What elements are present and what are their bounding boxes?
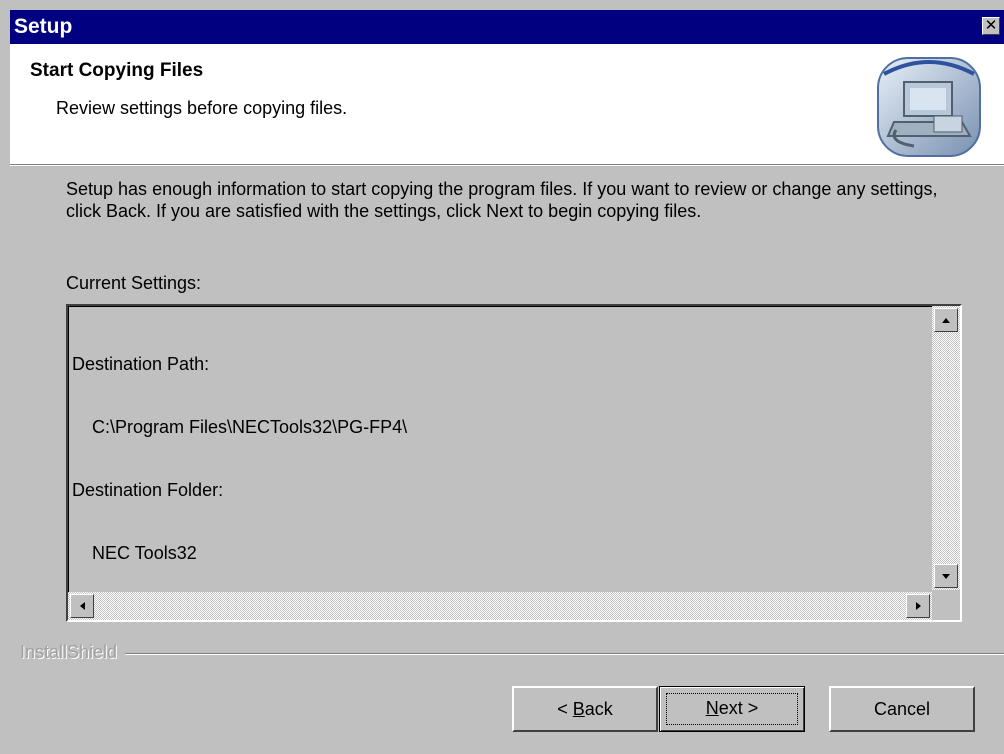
arrow-left-icon [80,602,85,610]
back-button-accesskey: B [572,699,585,719]
scroll-up-button[interactable] [934,308,958,332]
arrow-up-icon [942,318,950,323]
arrow-right-icon [916,602,921,610]
scrollbar-corner [932,592,960,620]
current-settings-label: Current Settings: [66,273,202,293]
scroll-right-button[interactable] [906,594,930,618]
header-panel: Start Copying Files Review settings befo… [10,44,1004,165]
window-title: Setup [14,15,73,38]
setup-window: Setup ✕ Start Copying Files Review setti… [0,0,1004,754]
installshield-brand: InstallShield [20,642,126,663]
computer-setup-icon [877,57,981,157]
destination-folder-value: NEC Tools32 [92,543,197,563]
title-bar[interactable]: Setup ✕ [10,10,1004,44]
close-button[interactable]: ✕ [982,17,1000,35]
back-button-prefix: < [557,699,573,719]
intro-text: Setup has enough information to start co… [66,179,938,221]
back-button[interactable]: < Back [512,686,658,732]
destination-path-value: C:\Program Files\NECTools32\PG-FP4\ [92,417,408,437]
vertical-scrollbar[interactable] [932,306,960,590]
back-button-suffix: ack [584,699,613,719]
destination-path-label: Destination Path: [72,354,210,374]
focus-rectangle [666,693,798,725]
installshield-separator [20,653,1004,655]
next-button[interactable]: Next > [659,686,805,732]
page-title: Start Copying Files [30,60,204,81]
arrow-down-icon [942,574,950,579]
scroll-left-button[interactable] [70,594,94,618]
horizontal-scrollbar[interactable] [68,592,932,620]
current-settings-listbox[interactable]: Destination Path: C:\Program Files\NECTo… [66,304,962,622]
close-icon: ✕ [984,17,998,34]
destination-folder-label: Destination Folder: [72,480,224,500]
settings-content: Destination Path: C:\Program Files\NECTo… [72,312,407,606]
scroll-down-button[interactable] [934,564,958,588]
page-subtitle: Review settings before copying files. [56,98,348,118]
cancel-button[interactable]: Cancel [829,686,975,732]
header-divider [10,165,1004,166]
